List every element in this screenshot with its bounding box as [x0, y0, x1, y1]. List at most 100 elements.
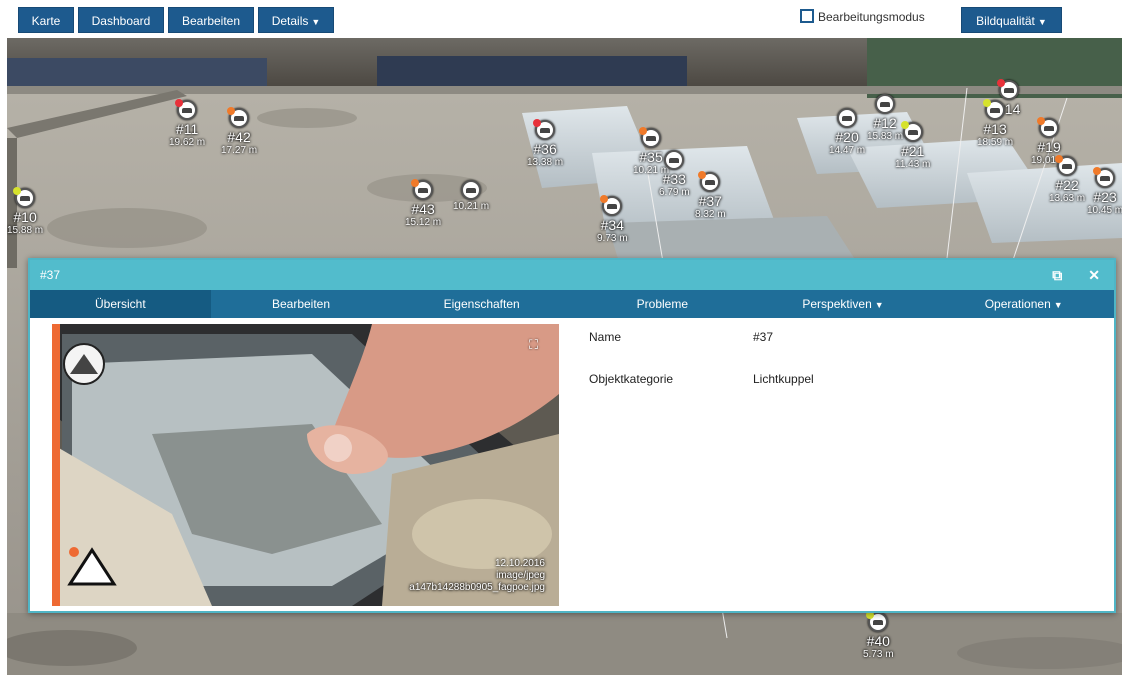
edit-mode-label: Bearbeitungsmodus [818, 10, 925, 24]
checkbox-icon [800, 9, 814, 23]
object-detail-panel: #37 ⧉ ✕ Übersicht Bearbeiten Eigenschafte… [28, 258, 1116, 613]
close-icon[interactable]: ✕ [1088, 260, 1100, 290]
roof-object-icon [664, 150, 685, 170]
roof-object-icon [983, 99, 1006, 120]
tab-eigenschaften[interactable]: Eigenschaften [391, 290, 572, 318]
marker-number: #34 [600, 217, 624, 233]
marker-distance: 15.12 m [405, 217, 442, 228]
marker-37[interactable]: #37 8.32 m [695, 171, 726, 220]
caret-down-icon: ▼ [1037, 17, 1047, 27]
photo-caption: 12.10.2016 image/jpeg a147b14288b0905_fa… [409, 558, 545, 594]
marker-number: #22 [1055, 177, 1079, 193]
roof-object-icon [13, 187, 36, 208]
marker-40[interactable]: #40 5.73 m [863, 611, 894, 660]
image-quality-dropdown-button[interactable]: Bildqualität ▼ [961, 7, 1062, 33]
edit-mode-checkbox[interactable]: Bearbeitungsmodus [800, 9, 925, 25]
roof-object-icon [461, 180, 482, 200]
marker-13[interactable]: #13 18.59 m [977, 99, 1014, 148]
marker-number: #33 [662, 171, 686, 187]
karte-button[interactable]: Karte [18, 7, 74, 33]
bearbeiten-button[interactable]: Bearbeiten [168, 7, 254, 33]
roof-object-icon [1055, 155, 1078, 176]
status-dot [996, 79, 1005, 87]
marker-number: #37 [698, 193, 722, 209]
status-dot [1093, 167, 1102, 175]
roof-object-icon [1037, 117, 1060, 138]
marker-36[interactable]: #36 13.38 m [527, 119, 564, 168]
marker-33[interactable]: #33 6.79 m [659, 150, 690, 198]
marker-distance: 15.88 m [7, 225, 44, 236]
photo-mimetype: image/jpeg [496, 570, 545, 581]
roof-object-icon [533, 119, 556, 140]
tab-probleme[interactable]: Probleme [572, 290, 753, 318]
roof-object-icon [175, 99, 198, 120]
status-dot [175, 99, 184, 107]
property-value-name: #37 [753, 330, 774, 344]
marker-21[interactable]: #21 11.43 m [895, 121, 931, 170]
marker-distance: 14.47 m [829, 145, 866, 156]
roof-object-icon [996, 79, 1019, 100]
tab-operationen[interactable]: Operationen ▼ [933, 290, 1114, 318]
marker-23[interactable]: #23 10.45 m [1087, 167, 1122, 216]
tab-perspektiven-label: Perspektiven [802, 297, 872, 311]
roof-object-icon [227, 107, 250, 128]
marker-number: #36 [533, 141, 557, 157]
marker-number: #19 [1037, 139, 1061, 155]
marker-number: #23 [1093, 189, 1117, 205]
details-label: Details [271, 14, 309, 28]
tab-uebersicht[interactable]: Übersicht [30, 290, 211, 318]
tab-bearbeiten[interactable]: Bearbeiten [211, 290, 392, 318]
roof-object-icon [639, 127, 662, 148]
marker-number: #43 [411, 201, 435, 217]
details-dropdown-button[interactable]: Details ▼ [258, 7, 334, 33]
photo-status-accent [52, 324, 60, 606]
marker-unnamed[interactable]: 10.21 m [453, 180, 489, 212]
marker-distance: 10.45 m [1087, 205, 1122, 216]
caret-down-icon: ▼ [874, 300, 884, 310]
dashboard-button[interactable]: Dashboard [78, 7, 164, 33]
caret-down-icon: ▼ [1053, 300, 1063, 310]
roof-object-icon [837, 108, 858, 128]
marker-34[interactable]: #34 9.73 m [597, 195, 628, 244]
marker-distance: 18.59 m [977, 137, 1014, 148]
status-dot [227, 107, 236, 115]
status-dot [600, 195, 609, 203]
marker-number: #10 [13, 209, 37, 225]
marker-number: #11 [175, 121, 199, 137]
status-dot [411, 179, 420, 187]
marker-distance: 10.21 m [453, 201, 490, 212]
panel-header-icons: ⧉ ✕ [1026, 260, 1100, 290]
roof-object-icon [900, 121, 923, 142]
marker-10[interactable]: #10 15.88 m [7, 187, 44, 236]
fullscreen-icon[interactable]: ⛶ [529, 338, 543, 352]
top-toolbar: Karte Dashboard Bearbeiten Details ▼ Bear… [0, 0, 1122, 38]
marker-distance: 11.43 m [895, 159, 931, 170]
marker-number: #21 [901, 143, 925, 159]
status-dot [1037, 117, 1046, 125]
status-dot [1055, 155, 1064, 163]
marker-43[interactable]: #43 15.12 m [405, 179, 442, 228]
marker-distance: 9.73 m [597, 233, 628, 244]
status-dot [639, 127, 648, 135]
marker-distance: 6.79 m [659, 187, 690, 198]
status-dot [698, 171, 707, 179]
property-label-category: Objektkategorie [589, 372, 674, 386]
marker-20[interactable]: #20 14.47 m [829, 108, 865, 156]
photo-date: 12.10.2016 [494, 558, 545, 569]
object-photo[interactable]: ⛶ 12.10.2016 image/jpeg a147b14288b0905_… [52, 324, 559, 606]
property-value-category: Lichtkuppel [753, 372, 814, 386]
tab-perspektiven[interactable]: Perspektiven ▼ [753, 290, 934, 318]
roof-object-icon [698, 171, 721, 192]
marker-number: #13 [983, 121, 1007, 137]
marker-distance: 13.63 m [1049, 193, 1086, 204]
marker-22[interactable]: #22 13.63 m [1049, 155, 1086, 204]
marker-number: #20 [835, 129, 859, 145]
marker-11[interactable]: #11 19.62 m [169, 99, 205, 148]
roof-object-icon [866, 611, 889, 632]
panel-header: #37 ⧉ ✕ [30, 260, 1114, 290]
popout-window-icon[interactable]: ⧉ [1052, 260, 1062, 290]
marker-distance: 13.38 m [527, 157, 564, 168]
panel-title: #37 [40, 268, 61, 282]
marker-42[interactable]: #42 17.27 m [221, 107, 257, 156]
property-label-name: Name [589, 330, 622, 344]
